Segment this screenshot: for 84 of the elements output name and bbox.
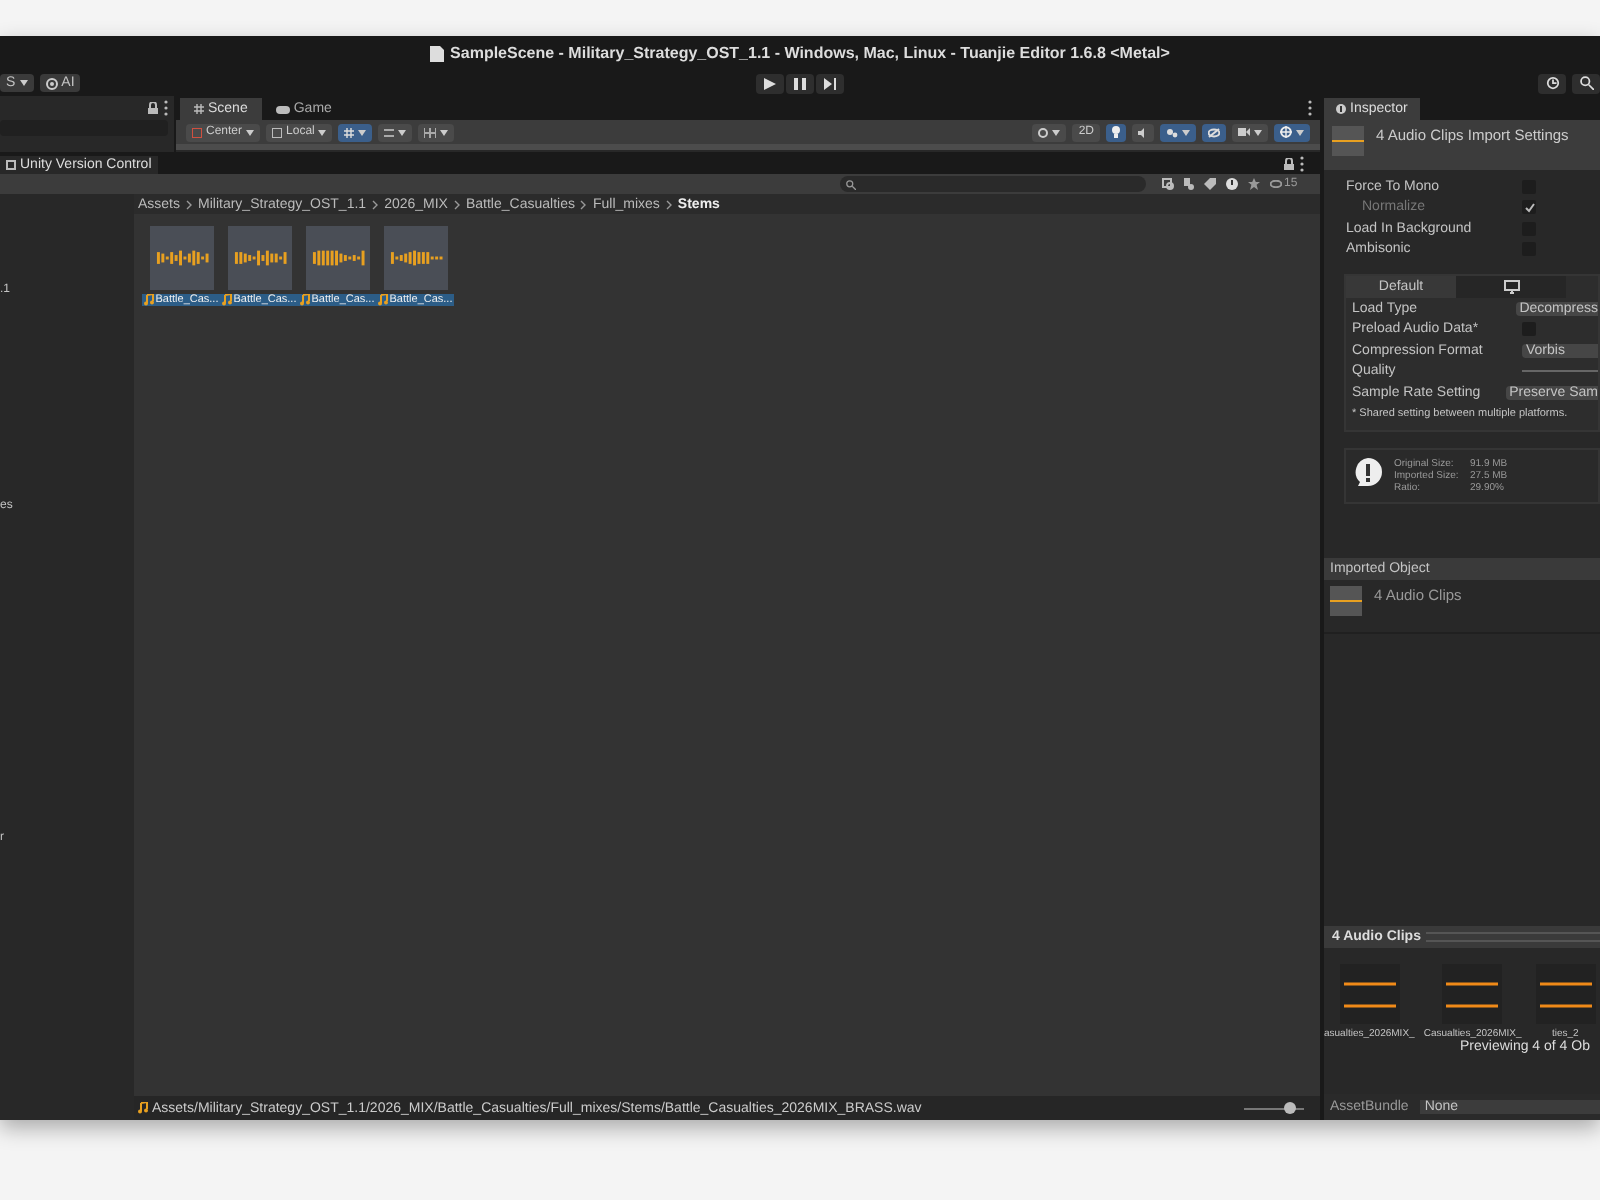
lock-icon[interactable] [148, 101, 158, 113]
audio-clip-icon [1330, 585, 1362, 615]
music-note-icon [377, 294, 388, 306]
waveform-icon [387, 248, 443, 268]
waveform-preview [1339, 964, 1400, 1024]
caret-icon [1182, 129, 1190, 135]
caret-icon [358, 129, 367, 135]
caret-icon [398, 129, 407, 135]
platform-tab[interactable] [1456, 276, 1566, 298]
camera-button[interactable] [1232, 123, 1268, 141]
chevron-icon [186, 199, 193, 209]
alert-icon [1354, 457, 1382, 487]
clock-icon [1545, 76, 1559, 90]
hidden-eye-icon [1208, 127, 1220, 137]
gamepad-icon [275, 105, 290, 113]
snap-increment-button[interactable] [378, 123, 413, 141]
caret-icon [1296, 129, 1304, 135]
type-filter-icon[interactable] [1184, 178, 1194, 190]
music-note-icon [143, 294, 154, 306]
waveform-icon [153, 248, 209, 268]
grid-icon [424, 127, 437, 137]
tag-icon[interactable] [1204, 178, 1216, 190]
grid-snap-button[interactable] [338, 123, 373, 141]
draw-mode-button[interactable] [1032, 123, 1067, 141]
pause-button[interactable] [786, 73, 814, 93]
alert-icon[interactable] [1226, 178, 1238, 190]
lock-icon[interactable] [1284, 158, 1294, 170]
search-field[interactable] [840, 176, 1146, 192]
step-button[interactable] [816, 73, 844, 93]
search-button[interactable] [1572, 73, 1600, 93]
waveform-preview [1442, 964, 1503, 1024]
info-icon [1336, 104, 1346, 114]
caret-icon [246, 129, 255, 135]
grid-button[interactable] [418, 123, 455, 141]
eye-icon [1270, 180, 1282, 188]
effects-button[interactable] [1160, 123, 1196, 141]
music-note-icon [138, 1102, 148, 1114]
caret-icon [440, 129, 449, 135]
pause-icon [794, 77, 806, 89]
play-button[interactable] [756, 73, 784, 93]
star-icon[interactable] [1248, 178, 1260, 190]
grid-icon [194, 104, 204, 114]
filter-icon[interactable] [1162, 178, 1174, 190]
target-icon [45, 77, 58, 89]
visibility-button[interactable] [1202, 123, 1226, 141]
music-note-icon [221, 294, 232, 306]
gizmos-button[interactable] [1274, 123, 1310, 141]
document-icon [430, 45, 445, 61]
caret-icon [1052, 129, 1061, 135]
audio-button[interactable] [1132, 123, 1154, 141]
checkmark-icon [1523, 201, 1535, 214]
chevron-icon [453, 199, 460, 209]
camera-icon [1238, 128, 1250, 136]
audio-thumbnail[interactable] [383, 226, 447, 290]
sphere-icon [1038, 127, 1049, 137]
audio-thumbnail[interactable] [305, 226, 369, 290]
chevron-icon [665, 199, 672, 209]
caret-icon [19, 80, 28, 86]
waveform-icon [231, 248, 287, 268]
caret-icon [318, 129, 327, 135]
play-icon [764, 77, 776, 89]
lightbulb-icon [1112, 126, 1120, 138]
search-icon [1579, 76, 1593, 90]
audio-thumbnail[interactable] [227, 226, 291, 290]
step-icon [824, 77, 836, 89]
pivot-icon [192, 127, 202, 137]
lighting-button[interactable] [1106, 123, 1126, 141]
gizmo-icon [1280, 126, 1292, 138]
chevron-icon [580, 199, 587, 209]
monitor-icon [1503, 280, 1519, 294]
music-note-icon [299, 294, 310, 306]
slider-thumb[interactable] [1283, 1101, 1295, 1113]
grid-icon [344, 127, 355, 137]
chevron-icon [372, 199, 379, 209]
search-icon [846, 179, 856, 189]
effects-icon [1166, 127, 1178, 137]
speaker-icon [1138, 127, 1148, 137]
audio-clip-icon [1332, 126, 1364, 156]
audio-thumbnail[interactable] [149, 226, 213, 290]
history-button[interactable] [1538, 73, 1566, 93]
window-title: SampleScene - Military_Strategy_OST_1.1 - Windows, Mac, Linux - Tuanjie Editor 1.6.8 <Metal> [450, 44, 1170, 62]
caret-icon [1254, 129, 1262, 135]
snap-icon [384, 127, 395, 137]
waveform-icon [309, 248, 365, 268]
